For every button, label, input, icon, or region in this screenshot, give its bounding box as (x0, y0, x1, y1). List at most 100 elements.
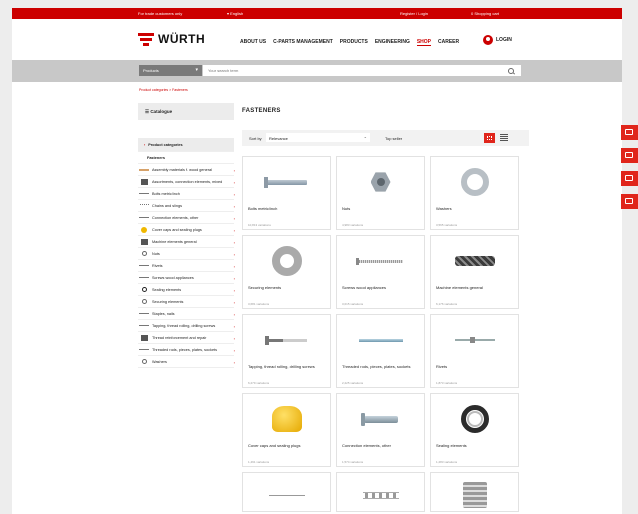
sort-select[interactable]: Relevance ⌄ (266, 133, 370, 142)
sidebar-item[interactable]: Staples, nails › (138, 308, 235, 320)
sidebar-item-label: Rivets (152, 263, 163, 268)
sidebar-item[interactable]: Thread reinforcement and repair › (138, 332, 235, 344)
category-thumb-icon (139, 334, 149, 341)
sidebar-item[interactable]: Connection elements, other › (138, 212, 235, 224)
product-image (243, 240, 330, 282)
top-seller-filter[interactable]: Top seller (385, 136, 402, 141)
product-image (337, 240, 424, 282)
product-variations: 3,565 variations (436, 223, 458, 227)
product-card[interactable]: Securing elements 3,681 variations (242, 235, 331, 309)
product-variations: 1,491 variations (248, 460, 270, 464)
product-image (243, 319, 330, 361)
register-login-link[interactable]: Register / Login (400, 11, 428, 16)
wurth-logo[interactable]: WÜRTH (138, 32, 205, 46)
assortment-icon (462, 482, 487, 508)
main-nav: ABOUT US C-PARTS MANAGEMENT PRODUCTS ENG… (240, 39, 459, 46)
product-variations: 1,873 variations (436, 381, 458, 385)
sidebar-category-list: Assembly materials f. wood general › Assor… (138, 164, 235, 368)
product-image (431, 161, 518, 203)
language-selector[interactable]: ▾ English (227, 11, 243, 16)
product-card[interactable]: Washers 3,565 variations (430, 156, 519, 230)
product-card[interactable] (336, 472, 425, 512)
sidebar-item[interactable]: Bolts metric/inch › (138, 188, 235, 200)
nav-products[interactable]: PRODUCTS (340, 39, 368, 46)
product-name: Tapping, thread rolling, drilling screws (248, 364, 315, 369)
sidebar-item[interactable]: Machine elements general › (138, 236, 235, 248)
product-card[interactable] (430, 472, 519, 512)
sidebar-item[interactable]: Tapping, thread rolling, drilling screws… (138, 320, 235, 332)
product-card[interactable] (242, 472, 331, 512)
category-thumb-icon (139, 191, 149, 197)
sidebar-item-label: Thread reinforcement and repair (152, 335, 207, 340)
product-name: Cover caps and sealing plugs (248, 443, 301, 448)
bolt-icon (263, 176, 307, 188)
nav-engineering[interactable]: ENGINEERING (375, 39, 410, 46)
sidebar-item[interactable]: Rivets › (138, 260, 235, 272)
sidebar-item-label: Sealing elements (152, 287, 182, 292)
category-thumb-icon (139, 238, 149, 245)
product-card[interactable]: Machine elements general 6,176 variations (430, 235, 519, 309)
nav-c-parts-management[interactable]: C-PARTS MANAGEMENT (273, 39, 333, 46)
chevron-right-icon: › (233, 168, 235, 173)
category-thumb-icon (139, 311, 149, 317)
sidebar-item[interactable]: Nuts › (138, 248, 235, 260)
product-image (337, 398, 424, 440)
product-card[interactable]: Bolts metric/inch 10,813 variations (242, 156, 331, 230)
category-thumb-icon (139, 215, 149, 221)
spiral-pin-icon (454, 256, 495, 266)
product-card[interactable]: Screws wood appliances 3,015 variations (336, 235, 425, 309)
sidebar-item[interactable]: Threaded rods, pieces, plates, sockets › (138, 344, 235, 356)
trade-customers-link[interactable]: For trade customers only (138, 11, 182, 16)
category-thumb-icon (139, 359, 149, 365)
sidebar-item[interactable]: Securing elements › (138, 296, 235, 308)
sidebar-item[interactable]: Assembly materials f. wood general › (138, 164, 235, 176)
nav-about-us[interactable]: ABOUT US (240, 39, 266, 46)
chevron-right-icon: › (233, 192, 235, 197)
product-variations: 1,283 variations (436, 460, 458, 464)
nav-career[interactable]: CAREER (438, 39, 459, 46)
sidebar-item-label: Fasteners (147, 155, 165, 160)
product-categories-header[interactable]: ‹ Product categories (138, 138, 234, 152)
product-variations: 3,015 variations (342, 302, 364, 306)
staple-icon (268, 494, 305, 496)
sealing-ring-icon (460, 405, 489, 433)
catalogue-label: Catalogue (150, 109, 173, 114)
nav-shop[interactable]: SHOP (416, 39, 432, 46)
mail-icon[interactable] (621, 148, 638, 163)
sidebar-item-label: Bolts metric/inch (152, 191, 180, 196)
search-icon[interactable] (508, 68, 514, 74)
product-card[interactable]: Cover caps and sealing plugs 1,491 variat… (242, 393, 331, 467)
product-name: Bolts metric/inch (248, 206, 278, 211)
product-card[interactable]: Sealing elements 1,283 variations (430, 393, 519, 467)
sidebar-item[interactable]: Washers › (138, 356, 235, 368)
search-category-select[interactable]: Products ▾ (139, 65, 202, 76)
graduation-icon[interactable] (621, 194, 638, 209)
list-view-icon[interactable] (500, 134, 508, 141)
breadcrumb[interactable]: Product categories > Fasteners (139, 88, 188, 92)
category-thumb-icon (139, 323, 149, 329)
login-button[interactable]: LOGIN (483, 35, 512, 45)
sidebar-item[interactable]: Sealing elements › (138, 284, 235, 296)
sidebar-item[interactable]: Chains and slings › (138, 200, 235, 212)
sidebar-item-fasteners[interactable]: Fasteners (138, 152, 234, 164)
search-input[interactable] (203, 65, 521, 76)
product-card[interactable]: Nuts 4,983 variations (336, 156, 425, 230)
shopping-cart-link[interactable]: 0 Shopping cart (471, 11, 499, 16)
catalogue-header[interactable]: ☰ Catalogue (138, 103, 234, 120)
sidebar-item[interactable]: Assortments, connection elements, mixed › (138, 176, 235, 188)
product-card[interactable]: Tapping, thread rolling, drilling screws… (242, 314, 331, 388)
grid-view-icon[interactable] (484, 133, 495, 143)
product-card[interactable]: Threaded rods, pieces, plates, sockets 2,… (336, 314, 425, 388)
product-card[interactable]: Connection elements, other 1,574 variatio… (336, 393, 425, 467)
sidebar-item-label: Assortments, connection elements, mixed (152, 179, 223, 184)
product-card[interactable]: Rivets 1,873 variations (430, 314, 519, 388)
chevron-right-icon: › (233, 204, 235, 209)
cart-icon[interactable] (621, 125, 638, 140)
catalogue-icon[interactable] (621, 171, 638, 186)
product-image (243, 161, 330, 203)
sidebar-item[interactable]: Screws wood appliances › (138, 272, 235, 284)
category-thumb-icon (139, 167, 149, 173)
sidebar-item[interactable]: Cover caps and sealing plugs › (138, 224, 235, 236)
header: WÜRTH ABOUT US C-PARTS MANAGEMENT PRODUC… (12, 19, 622, 59)
wurth-logo-icon (138, 32, 154, 46)
